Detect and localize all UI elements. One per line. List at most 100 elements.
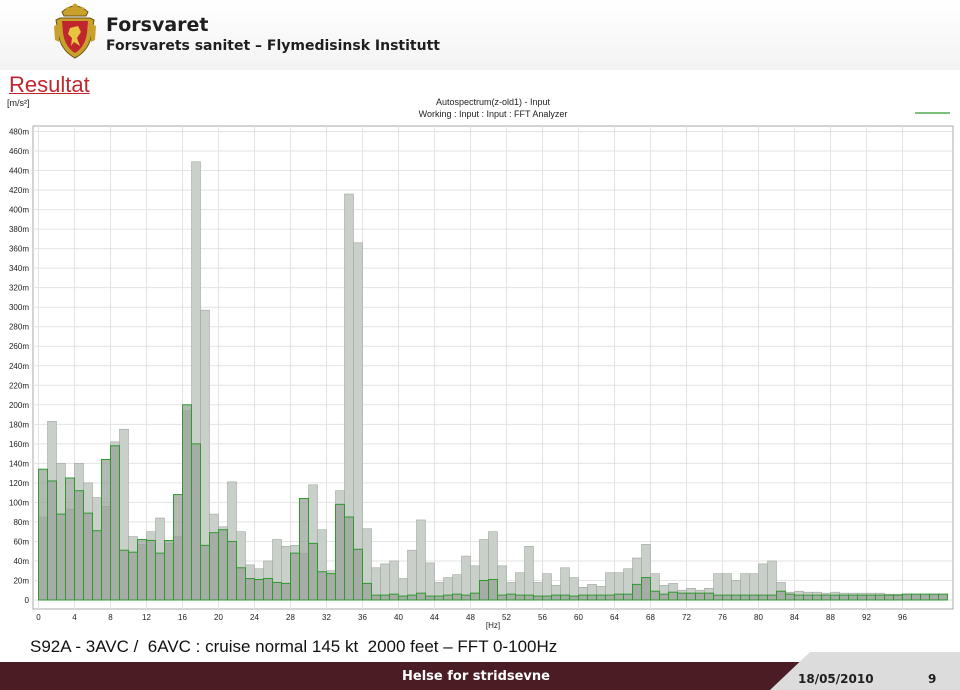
spectrum-bar xyxy=(686,592,696,601)
spectrum-bar xyxy=(668,591,678,601)
y-tick-label: 60m xyxy=(13,537,29,546)
spectrum-bar xyxy=(758,594,768,601)
spectrum-bar-envelope xyxy=(524,546,534,601)
x-tick-label: 76 xyxy=(718,613,727,622)
spectrum-bar xyxy=(83,512,93,601)
spectrum-bar xyxy=(488,579,498,601)
spectrum-bar xyxy=(803,594,813,601)
y-tick-label: 80m xyxy=(13,518,29,527)
spectrum-bar xyxy=(443,594,453,601)
spectrum-bar xyxy=(263,578,273,601)
spectrum-bar xyxy=(929,593,939,601)
spectrum-bar xyxy=(209,532,219,601)
spectrum-bar xyxy=(164,539,174,601)
spectrum-bar xyxy=(110,445,120,601)
spectrum-bar xyxy=(227,540,237,601)
x-tick-label: 64 xyxy=(610,613,619,622)
chart-title: Autospectrum(z-old1) - Input xyxy=(436,97,551,107)
spectrum-bar xyxy=(515,594,525,601)
spectrum-bar-envelope xyxy=(416,519,426,601)
spectrum-bar xyxy=(173,494,183,601)
spectrum-bar xyxy=(875,594,885,601)
spectrum-bar-envelope xyxy=(380,563,390,601)
spectrum-bar-envelope xyxy=(353,242,363,601)
spectrum-bar xyxy=(884,594,894,601)
spectrum-bar xyxy=(695,592,705,601)
y-tick-label: 120m xyxy=(9,479,29,488)
y-tick-label: 200m xyxy=(9,401,29,410)
spectrum-bar xyxy=(416,592,426,601)
y-tick-label: 100m xyxy=(9,498,29,507)
spectrum-bar xyxy=(650,590,660,601)
spectrum-bar-envelope xyxy=(425,562,435,601)
spectrum-bar xyxy=(506,593,516,601)
spectrum-bar xyxy=(452,593,462,601)
spectrum-chart: [m/s²] Autospectrum(z-old1) - Input Work… xyxy=(0,96,960,631)
x-tick-label: 52 xyxy=(502,613,511,622)
y-tick-label: 140m xyxy=(9,459,29,468)
x-tick-label: 0 xyxy=(36,613,41,622)
spectrum-bar xyxy=(371,594,381,601)
y-tick-label: 40m xyxy=(13,557,29,566)
y-tick-label: 400m xyxy=(9,206,29,215)
spectrum-bar xyxy=(47,480,57,601)
y-tick-label: 420m xyxy=(9,186,29,195)
x-tick-label: 60 xyxy=(574,613,583,622)
y-tick-label: 460m xyxy=(9,147,29,156)
spectrum-bar xyxy=(731,594,741,601)
header-bar: Forsvaret Forsvarets sanitet – Flymedisi… xyxy=(0,0,960,70)
spectrum-bar xyxy=(65,477,75,601)
spectrum-bar xyxy=(119,549,129,601)
x-tick-label: 92 xyxy=(862,613,871,622)
spectrum-bar xyxy=(641,577,651,601)
spectrum-bar-envelope xyxy=(758,563,768,601)
spectrum-bar xyxy=(155,552,165,601)
spectrum-bar xyxy=(938,593,948,601)
spectrum-bar xyxy=(353,548,363,601)
spectrum-bar xyxy=(659,593,669,601)
y-tick-label: 440m xyxy=(9,167,29,176)
y-tick-label: 20m xyxy=(13,576,29,585)
spectrum-bar xyxy=(866,594,876,601)
spectrum-bar xyxy=(857,594,867,601)
chart-svg: [m/s²] Autospectrum(z-old1) - Input Work… xyxy=(7,97,954,630)
y-tick-label: 180m xyxy=(9,420,29,429)
spectrum-bar xyxy=(326,573,336,601)
spectrum-bar xyxy=(560,594,570,601)
y-tick-label: 280m xyxy=(9,323,29,332)
spectrum-bar xyxy=(893,594,903,601)
spectrum-bar xyxy=(587,594,597,601)
x-tick-label: 48 xyxy=(466,613,475,622)
spectrum-bar xyxy=(245,578,255,601)
spectrum-bar xyxy=(839,594,849,601)
spectrum-bar xyxy=(290,552,300,601)
spectrum-bar xyxy=(605,594,615,601)
spectrum-bar xyxy=(830,594,840,601)
x-tick-label: 40 xyxy=(394,613,403,622)
spectrum-bar xyxy=(740,594,750,601)
coat-of-arms-logo xyxy=(54,3,96,59)
x-tick-label: 44 xyxy=(430,613,439,622)
y-tick-label: 380m xyxy=(9,225,29,234)
spectrum-bar xyxy=(362,582,372,601)
x-tick-label: 16 xyxy=(178,613,187,622)
spectrum-bar xyxy=(425,595,435,601)
spectrum-bar xyxy=(911,593,921,601)
x-tick-label: 8 xyxy=(108,613,113,622)
spectrum-bar xyxy=(614,593,624,601)
footer-date: 18/05/2010 xyxy=(798,672,874,686)
spectrum-bar xyxy=(785,593,795,601)
spectrum-bar xyxy=(128,551,138,601)
spectrum-bar xyxy=(623,593,633,601)
org-subtitle: Forsvarets sanitet – Flymedisinsk Instit… xyxy=(106,38,440,54)
y-tick-label: 260m xyxy=(9,342,29,351)
spectrum-bar xyxy=(38,468,48,601)
spectrum-bar xyxy=(434,595,444,601)
spectrum-bar xyxy=(713,594,723,601)
spectrum-bar xyxy=(317,571,327,601)
slide-title: Resultat xyxy=(9,72,90,97)
x-tick-label: 80 xyxy=(754,613,763,622)
x-tick-label: 84 xyxy=(790,613,799,622)
chart-subtitle: Working : Input : Input : FFT Analyzer xyxy=(419,109,568,119)
y-tick-label: 240m xyxy=(9,362,29,371)
